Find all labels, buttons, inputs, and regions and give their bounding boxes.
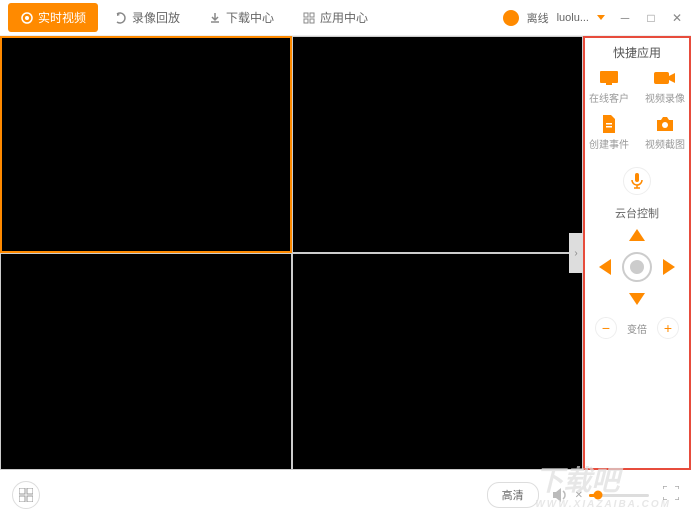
top-toolbar: 实时视频 录像回放 下载中心 应用中心 离线 luolu... ─ □ ✕ — [0, 0, 691, 36]
quick-video-capture[interactable]: 视频截图 — [645, 115, 685, 151]
quick-label: 在线客户 — [589, 90, 629, 105]
quick-panel: 快捷应用 在线客户 视频录像 创建事件 视频截图 云台控制 — [583, 36, 691, 470]
quick-video-record[interactable]: 视频录像 — [645, 69, 685, 105]
ptz-down[interactable] — [629, 293, 645, 305]
client-icon — [598, 69, 620, 87]
close-button[interactable]: ✕ — [671, 12, 683, 24]
quick-label: 视频截图 — [645, 136, 685, 151]
ptz-up[interactable] — [629, 229, 645, 241]
volume-mute-x[interactable]: ✕ — [575, 490, 583, 501]
user-dropdown-caret[interactable] — [597, 15, 605, 20]
zoom-label: 变倍 — [627, 321, 647, 336]
fullscreen-icon — [663, 486, 679, 500]
quick-label: 视频录像 — [645, 90, 685, 105]
video-cell-2[interactable] — [292, 36, 584, 253]
playback-icon — [114, 11, 128, 25]
volume-icon[interactable] — [553, 488, 569, 502]
avatar[interactable] — [503, 10, 519, 26]
user-name[interactable]: luolu... — [557, 12, 589, 24]
apps-icon — [302, 11, 316, 25]
fullscreen-button[interactable] — [663, 486, 679, 505]
tab-label: 实时视频 — [38, 9, 86, 26]
video-cell-3[interactable] — [0, 253, 292, 470]
mic-button[interactable] — [623, 167, 651, 195]
quick-create-event[interactable]: 创建事件 — [589, 115, 629, 151]
event-icon — [598, 115, 620, 133]
ptz-right[interactable] — [663, 259, 675, 275]
quality-button[interactable]: 高清 — [487, 482, 539, 508]
grid-icon — [19, 488, 33, 502]
video-grid — [0, 36, 583, 470]
user-status: 离线 — [527, 10, 549, 26]
quick-row-1: 在线客户 视频录像 — [589, 69, 685, 105]
bottom-toolbar: 高清 ✕ — [0, 470, 691, 520]
topbar-right: 离线 luolu... ─ □ ✕ — [503, 10, 683, 26]
layout-button[interactable] — [12, 481, 40, 509]
quick-panel-title: 快捷应用 — [613, 44, 661, 61]
download-icon — [208, 11, 222, 25]
tab-apps[interactable]: 应用中心 — [290, 3, 380, 32]
zoom-out-button[interactable]: − — [595, 317, 617, 339]
volume-thumb[interactable] — [594, 491, 603, 500]
video-grid-area: › — [0, 36, 583, 470]
quick-label: 创建事件 — [589, 136, 629, 151]
quick-row-2: 创建事件 视频截图 — [589, 115, 685, 151]
volume-slider[interactable] — [589, 494, 649, 497]
quick-online-client[interactable]: 在线客户 — [589, 69, 629, 105]
video-cell-1[interactable] — [0, 36, 292, 253]
live-icon — [20, 11, 34, 25]
camera-icon — [654, 115, 676, 133]
tab-download[interactable]: 下载中心 — [196, 3, 286, 32]
tab-live-video[interactable]: 实时视频 — [8, 3, 98, 32]
bottom-right-controls: 高清 ✕ — [487, 482, 679, 508]
record-icon — [654, 69, 676, 87]
zoom-row: − 变倍 + — [595, 317, 679, 339]
tab-label: 录像回放 — [132, 9, 180, 26]
ptz-pad — [597, 227, 677, 307]
tab-label: 应用中心 — [320, 9, 368, 26]
ptz-center-dot — [630, 260, 644, 274]
minimize-button[interactable]: ─ — [619, 12, 631, 24]
main-area: › 快捷应用 在线客户 视频录像 创建事件 视频截图 — [0, 36, 691, 470]
sidebar-collapse-handle[interactable]: › — [569, 233, 583, 273]
ptz-left[interactable] — [599, 259, 611, 275]
maximize-button[interactable]: □ — [645, 12, 657, 24]
tab-playback[interactable]: 录像回放 — [102, 3, 192, 32]
ptz-title: 云台控制 — [615, 205, 659, 221]
tab-label: 下载中心 — [226, 9, 274, 26]
zoom-in-button[interactable]: + — [657, 317, 679, 339]
ptz-center[interactable] — [622, 252, 652, 282]
video-cell-4[interactable] — [292, 253, 584, 470]
volume-control: ✕ — [553, 488, 649, 502]
mic-icon — [631, 173, 643, 189]
